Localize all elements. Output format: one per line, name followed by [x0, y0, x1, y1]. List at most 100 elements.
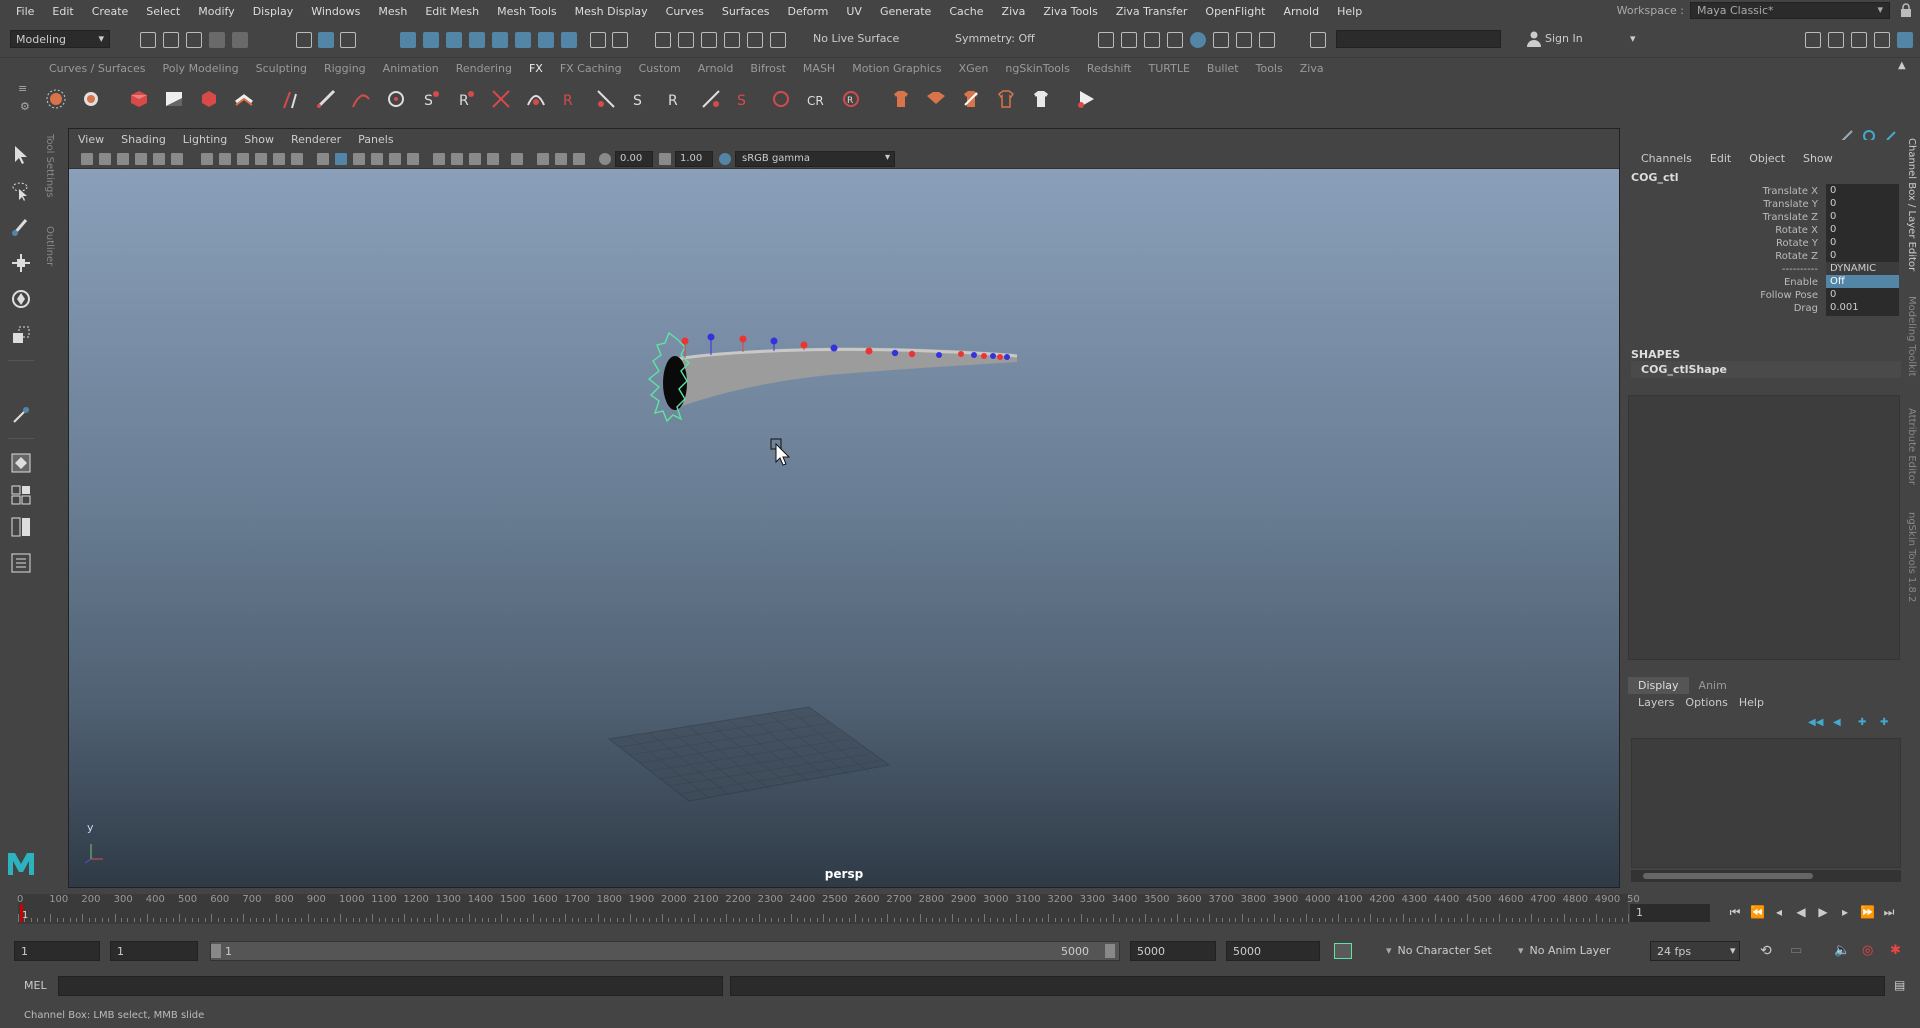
lock-selection-icon[interactable]: [590, 32, 606, 48]
modeling-toolkit-tab[interactable]: Modeling Toolkit: [1906, 296, 1917, 377]
hair-r2-icon[interactable]: R: [665, 88, 687, 110]
fps-dropdown[interactable]: 24 fps: [1650, 941, 1740, 961]
shelf-tab-poly-modeling[interactable]: Poly Modeling: [154, 62, 247, 75]
snap-live-icon[interactable]: [747, 32, 763, 48]
attribute-editor-tab[interactable]: Attribute Editor: [1906, 408, 1917, 485]
playback-start-field[interactable]: 1: [110, 941, 198, 961]
highlight-selection-icon[interactable]: [612, 32, 628, 48]
layer-tab-anim[interactable]: Anim: [1689, 677, 1737, 694]
shelf-tab-xgen[interactable]: XGen: [950, 62, 997, 75]
scrollbar-thumb[interactable]: [1643, 873, 1813, 879]
shelf-tab-bifrost[interactable]: Bifrost: [741, 62, 794, 75]
sound-icon[interactable]: 🔈: [1834, 943, 1850, 958]
menu-set-dropdown[interactable]: Modeling: [10, 30, 110, 48]
save-scene-icon[interactable]: [186, 32, 202, 48]
render-setup-icon[interactable]: [1213, 32, 1229, 48]
attr-row-drag[interactable]: Drag 0.001: [1625, 301, 1900, 317]
gamma-field[interactable]: 1.00: [675, 151, 713, 167]
channel-menu-show[interactable]: Show: [1795, 152, 1843, 165]
layer-menu-layers[interactable]: Layers: [1636, 696, 1683, 709]
menu-edit-mesh[interactable]: Edit Mesh: [417, 5, 489, 18]
input-line-mode-icon[interactable]: [1310, 32, 1326, 48]
shelf-tab-animation[interactable]: Animation: [374, 62, 447, 75]
menu-modify[interactable]: Modify: [190, 5, 244, 18]
r-constraint-icon[interactable]: R: [455, 88, 477, 110]
shelf-tab-rigging[interactable]: Rigging: [315, 62, 374, 75]
shirt-arms-icon[interactable]: [925, 88, 947, 110]
sign-in-chevron-icon[interactable]: ▾: [1630, 32, 1636, 45]
dynamic-constraint-icon[interactable]: S: [420, 88, 442, 110]
motion-blur-icon[interactable]: [451, 153, 463, 165]
ipr-render-icon[interactable]: [1144, 32, 1160, 48]
time-ruler[interactable]: 0 100 200 300 400 500 600 700 800 900 1000 1100 1200…: [17, 894, 1640, 924]
menu-arnold[interactable]: Arnold: [1276, 5, 1330, 18]
hair-tool-icon[interactable]: [525, 88, 547, 110]
hair-r-icon[interactable]: R: [560, 88, 582, 110]
select-deformations-icon[interactable]: [492, 32, 508, 48]
snap-view-plane-icon[interactable]: [724, 32, 740, 48]
menu-uv[interactable]: UV: [838, 5, 872, 18]
character-controls-toggle-icon[interactable]: [1828, 32, 1844, 48]
hair-s-icon[interactable]: S: [630, 88, 652, 110]
panel-menu-shading[interactable]: Shading: [112, 133, 174, 146]
shelf-tab-ngskintools[interactable]: ngSkinTools: [996, 62, 1077, 75]
channel-box-toggle-icon[interactable]: [1897, 32, 1913, 48]
nconstraint-icon[interactable]: [385, 88, 407, 110]
attr-value[interactable]: 0.001: [1826, 301, 1899, 316]
select-rendering-icon[interactable]: [538, 32, 554, 48]
layer-list[interactable]: [1631, 738, 1901, 868]
new-layer-icon[interactable]: ✚: [1858, 717, 1866, 728]
shirt-remove-icon[interactable]: [960, 88, 982, 110]
tool-settings-toggle-icon[interactable]: [1874, 32, 1890, 48]
film-gate-icon[interactable]: [219, 153, 231, 165]
smooth-shade-icon[interactable]: [335, 153, 347, 165]
menu-file[interactable]: File: [8, 5, 44, 18]
select-handles-icon[interactable]: [400, 32, 416, 48]
fill-object-icon[interactable]: [80, 88, 102, 110]
select-curves-icon[interactable]: [446, 32, 462, 48]
snap-grid-icon[interactable]: [655, 32, 671, 48]
animation-preferences-icon[interactable]: ◎: [1862, 943, 1873, 958]
menu-curves[interactable]: Curves: [658, 5, 714, 18]
select-tool-icon[interactable]: [10, 144, 32, 166]
shelf-tab-fx-caching[interactable]: FX Caching: [551, 62, 630, 75]
image-plane-icon[interactable]: [135, 153, 147, 165]
live-surface-field[interactable]: No Live Surface: [808, 30, 918, 48]
single-perspective-layout-icon[interactable]: [10, 452, 32, 474]
shadows-icon[interactable]: [407, 153, 419, 165]
shape-node-row[interactable]: COG_ctlShape: [1631, 361, 1901, 378]
menu-mesh[interactable]: Mesh: [370, 5, 417, 18]
field-chart-icon[interactable]: [273, 153, 285, 165]
shirt-add-icon[interactable]: [890, 88, 912, 110]
loop-icon[interactable]: ⟲: [1760, 943, 1772, 959]
shelf-tab-redshift[interactable]: Redshift: [1078, 62, 1140, 75]
shelf-tab-motion-graphics[interactable]: Motion Graphics: [843, 62, 949, 75]
channel-box-tab[interactable]: Channel Box / Layer Editor: [1906, 138, 1917, 271]
multisample-aa-icon[interactable]: [469, 153, 481, 165]
select-surfaces-icon[interactable]: [469, 32, 485, 48]
light-editor-icon[interactable]: [1236, 32, 1252, 48]
shelf-tab-mash[interactable]: MASH: [794, 62, 843, 75]
color-management-icon[interactable]: [719, 153, 731, 165]
hair-twist-icon[interactable]: S: [735, 88, 757, 110]
resolution-gate-icon[interactable]: [237, 153, 249, 165]
move-tool-icon[interactable]: [10, 252, 32, 274]
menu-ziva[interactable]: Ziva: [994, 5, 1036, 18]
tool-settings-tab[interactable]: Tool Settings: [44, 134, 55, 198]
isolate-select-icon[interactable]: [511, 153, 523, 165]
shelf-tab-rendering[interactable]: Rendering: [447, 62, 520, 75]
fps-chevron-icon[interactable]: ▾: [1730, 944, 1736, 957]
ngskin-tools-tab[interactable]: ngSkin Tools 1.8.2: [1906, 512, 1917, 602]
lock-icon[interactable]: [1900, 3, 1912, 17]
layer-menu-help[interactable]: Help: [1737, 696, 1773, 709]
auto-key-icon[interactable]: [1334, 943, 1352, 959]
nparticle-emitter-icon[interactable]: [45, 88, 67, 110]
scale-tool-icon[interactable]: [10, 324, 32, 346]
menu-help[interactable]: Help: [1329, 5, 1372, 18]
menu-select[interactable]: Select: [138, 5, 190, 18]
panel-menu-view[interactable]: View: [69, 133, 112, 146]
panel-menu-lighting[interactable]: Lighting: [174, 133, 235, 146]
exposure-field[interactable]: 0.00: [615, 151, 653, 167]
hair-curve-icon[interactable]: [350, 88, 372, 110]
select-dynamics-icon[interactable]: [515, 32, 531, 48]
